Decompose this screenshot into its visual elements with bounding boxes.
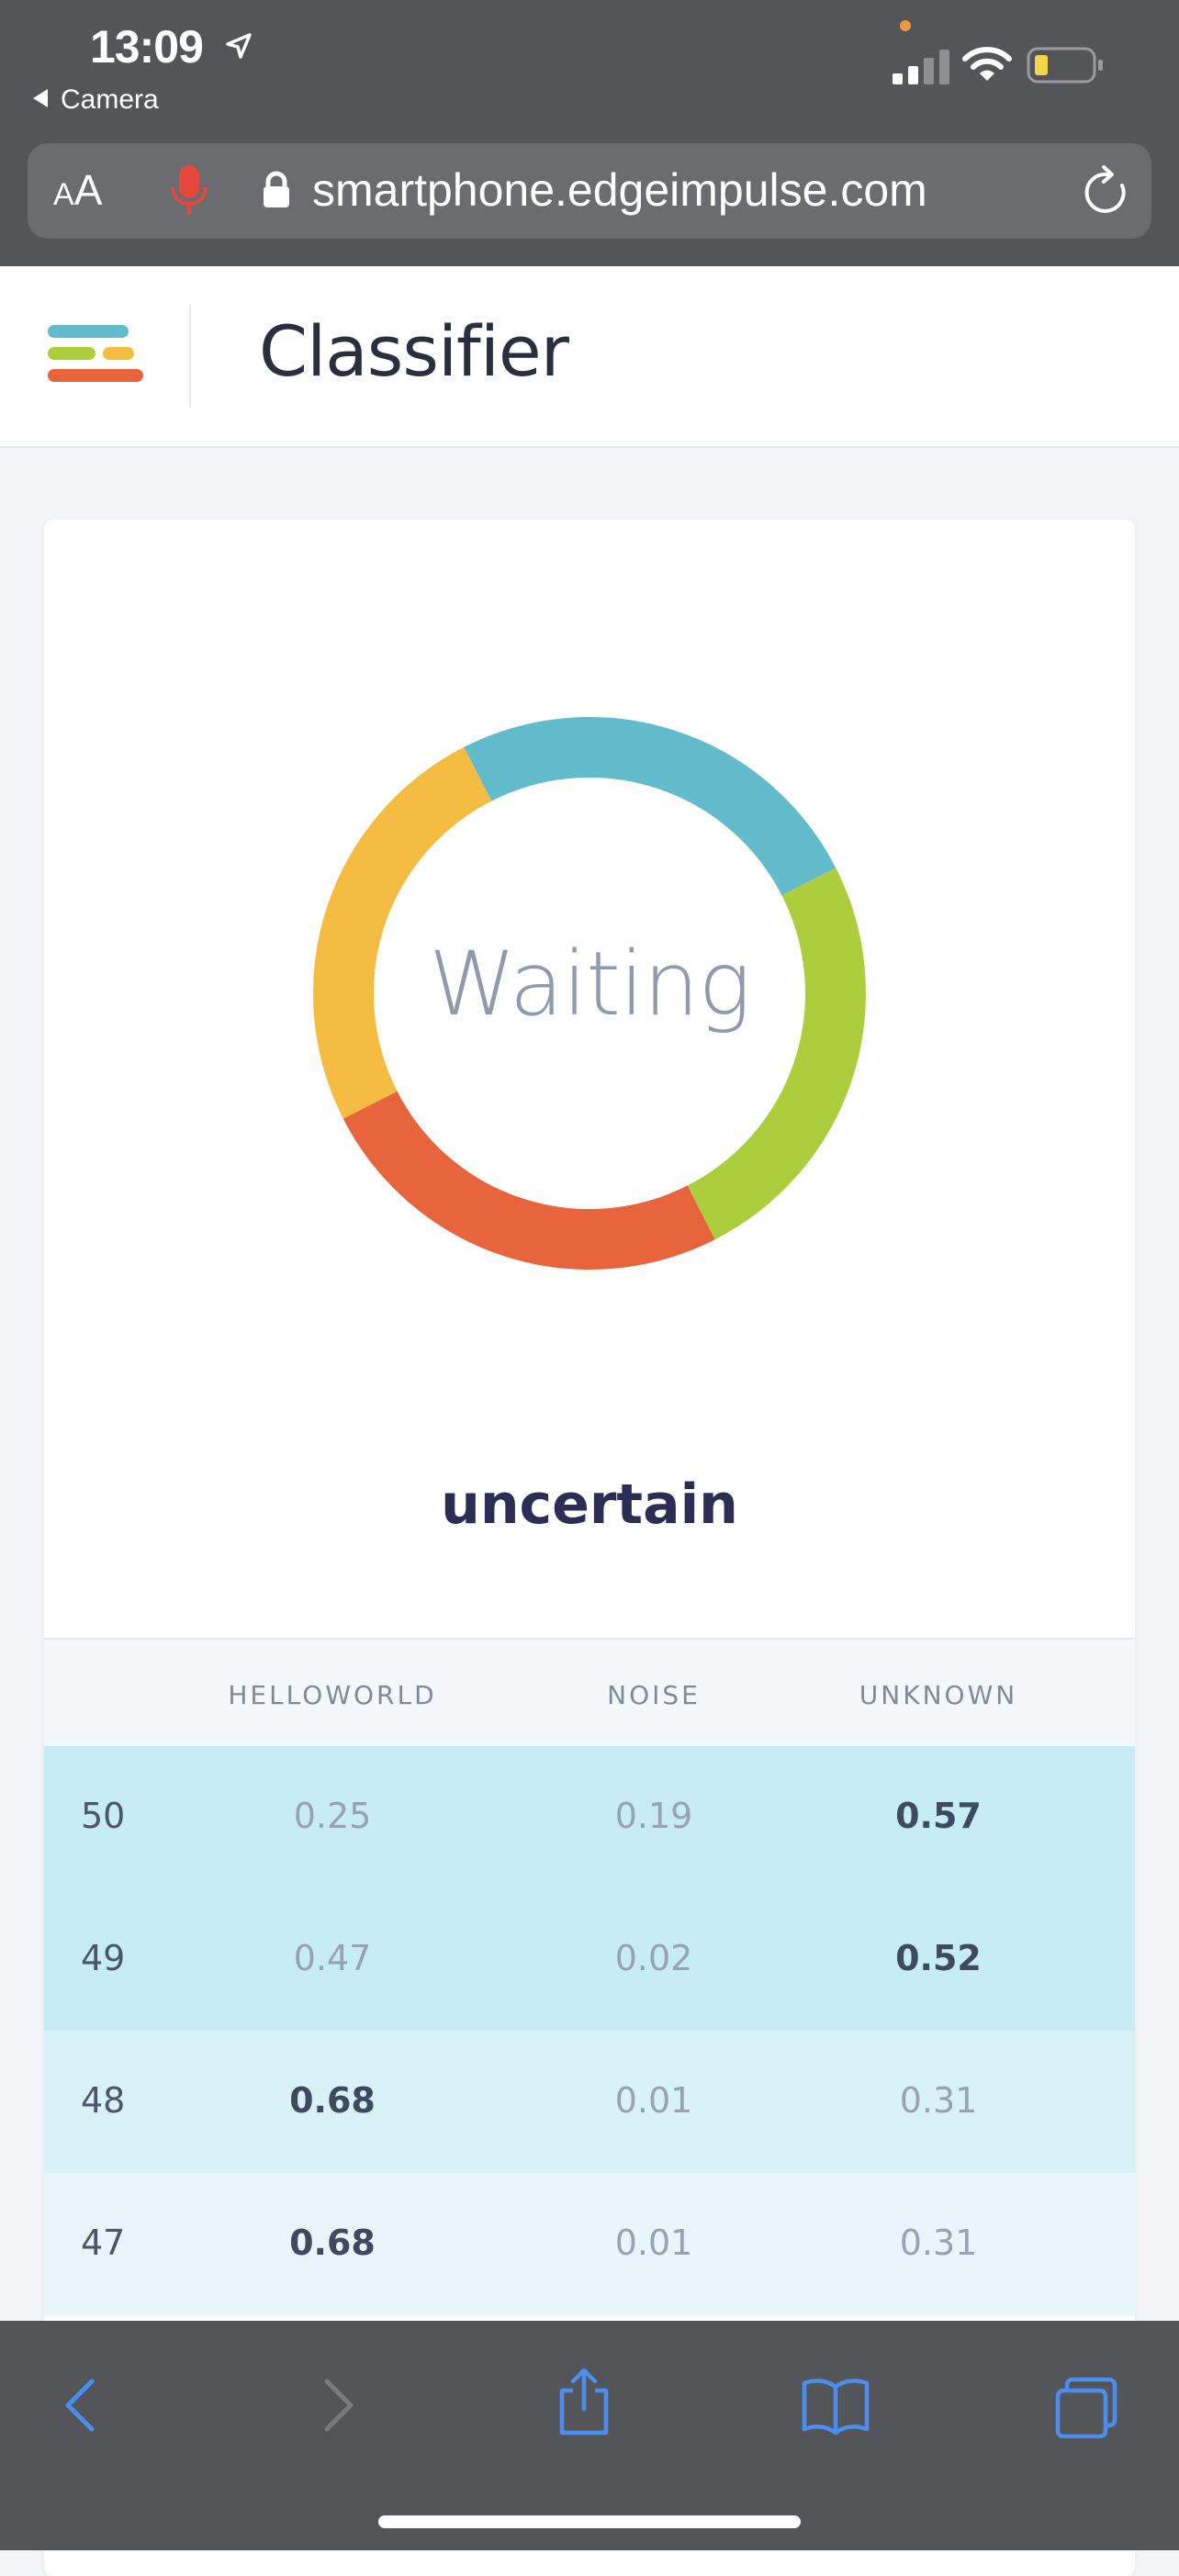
score-unknown: 0.31 <box>899 2080 978 2121</box>
classifier-card: Waiting uncertain HELLOWORLD NOISE UNKNO… <box>44 520 1135 2576</box>
camera-in-use-indicator <box>900 20 911 31</box>
header-divider <box>189 305 191 408</box>
table-row: 48 0.68 0.01 0.31 <box>44 2031 1135 2175</box>
score-noise: 0.19 <box>614 1796 693 1836</box>
back-to-app-link[interactable]: Camera <box>33 84 159 116</box>
back-chevron-icon[interactable] <box>61 2376 101 2435</box>
donut-segment-red <box>342 1091 715 1270</box>
share-icon[interactable] <box>555 2367 613 2436</box>
score-noise: 0.01 <box>614 2223 693 2263</box>
row-index: 49 <box>81 1938 126 1978</box>
score-unknown: 0.57 <box>895 1796 982 1836</box>
cellular-signal-icon <box>893 50 949 84</box>
reload-icon[interactable] <box>1082 163 1133 218</box>
score-noise: 0.01 <box>614 2080 693 2121</box>
score-noise: 0.02 <box>614 1938 693 1978</box>
row-index: 50 <box>81 1796 126 1836</box>
wifi-icon <box>962 47 1012 81</box>
score-helloworld: 0.68 <box>289 2080 376 2121</box>
tabs-icon[interactable] <box>1054 2376 1120 2438</box>
bookmarks-icon[interactable] <box>801 2376 870 2435</box>
score-helloworld: 0.47 <box>293 1938 372 1978</box>
column-header-noise: NOISE <box>607 1680 701 1710</box>
score-unknown: 0.52 <box>895 1938 982 1978</box>
results-table-header: HELLOWORLD NOISE UNKNOWN <box>44 1638 1135 1748</box>
back-triangle-icon <box>33 89 48 107</box>
location-arrow-icon <box>226 33 252 59</box>
status-time: 13:09 <box>90 21 204 73</box>
table-row: 47 0.68 0.01 0.31 <box>44 2173 1135 2317</box>
column-header-helloworld: HELLOWORLD <box>228 1680 437 1710</box>
text-size-button[interactable]: AA <box>53 165 102 215</box>
score-helloworld: 0.25 <box>293 1796 372 1836</box>
classification-result: uncertain <box>441 1473 738 1537</box>
score-unknown: 0.31 <box>899 2223 978 2263</box>
lock-icon <box>264 171 289 207</box>
back-app-label: Camera <box>61 84 159 115</box>
url-text[interactable]: smartphone.edgeimpulse.com <box>312 163 927 217</box>
table-row: 50 0.25 0.19 0.57 <box>44 1746 1135 1890</box>
row-index: 47 <box>81 2223 126 2263</box>
forward-chevron-icon[interactable] <box>318 2376 358 2435</box>
score-helloworld: 0.68 <box>289 2223 376 2263</box>
address-bar[interactable]: AA smartphone.edgeimpulse.com <box>28 143 1151 239</box>
classifier-status: Waiting <box>428 933 751 1036</box>
battery-low-icon <box>1027 47 1103 84</box>
donut-segment-blue <box>464 717 837 896</box>
donut-segment-green <box>687 868 866 1240</box>
edge-impulse-logo-icon[interactable] <box>48 325 143 391</box>
column-header-unknown: UNKNOWN <box>859 1680 1018 1710</box>
browser-chrome: 13:09 Camera AA smartphone.edgeimpulse.c… <box>0 0 1179 266</box>
home-indicator <box>378 2515 801 2528</box>
row-index: 48 <box>81 2080 126 2121</box>
app-header: Classifier <box>0 266 1179 448</box>
microphone-icon[interactable] <box>169 163 209 218</box>
table-row: 49 0.47 0.02 0.52 <box>44 1888 1135 2033</box>
page-title: Classifier <box>259 310 569 392</box>
